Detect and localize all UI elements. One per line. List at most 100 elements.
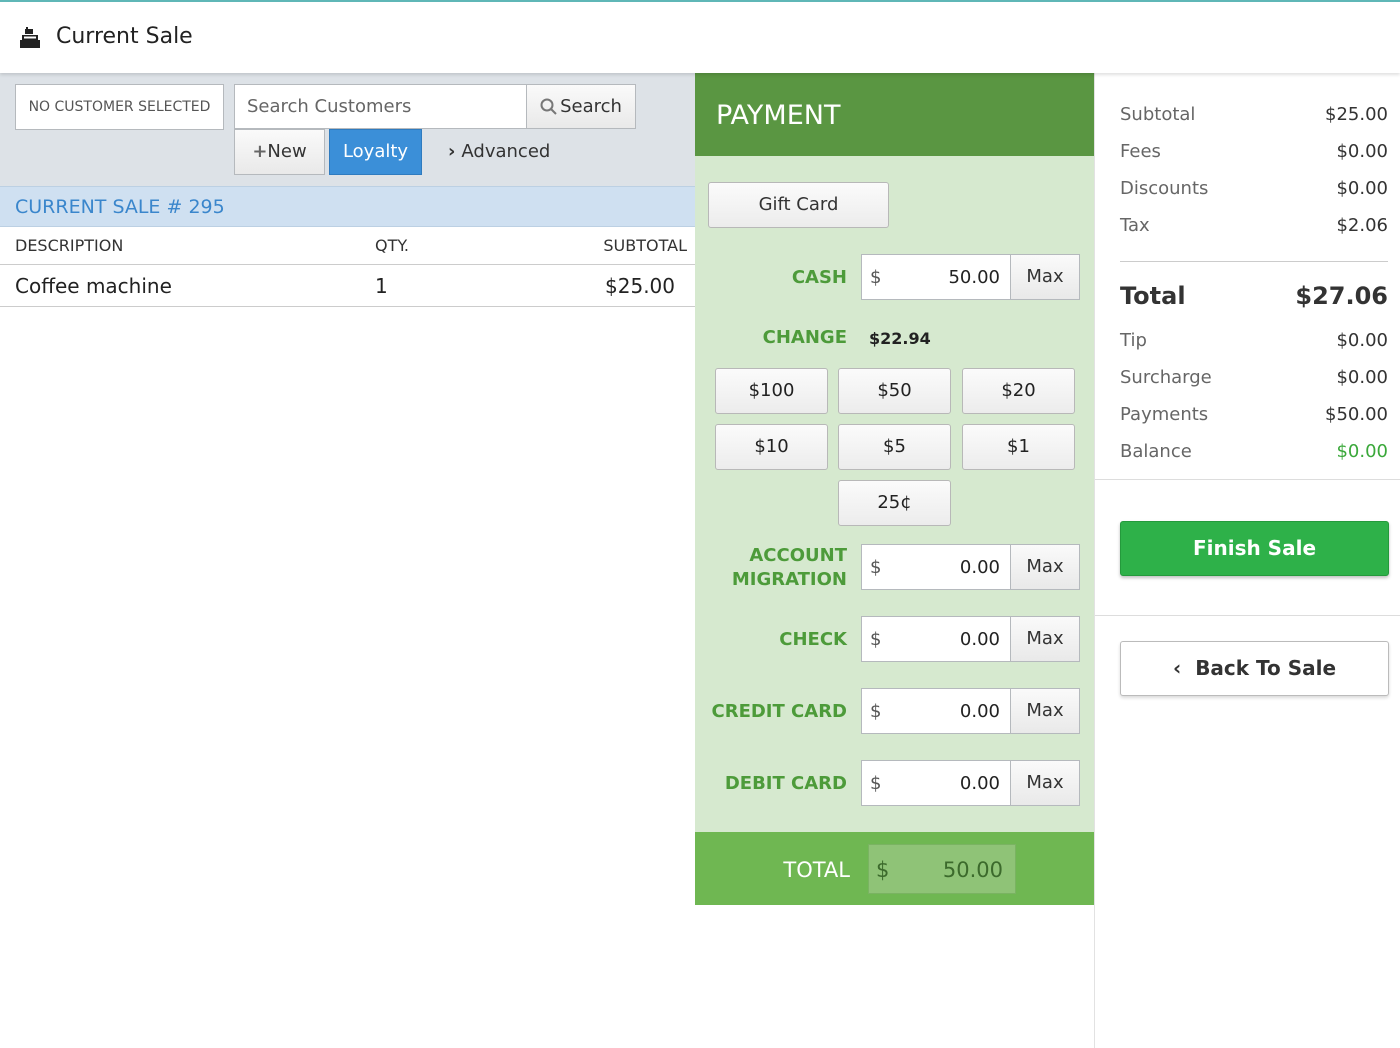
cash-max-button[interactable]: Max (1010, 254, 1080, 300)
debit-card-label: DEBIT CARD (724, 773, 847, 794)
debit-card-max-button[interactable]: Max (1010, 760, 1080, 806)
summary-discounts: Discounts $0.00 (1120, 178, 1388, 199)
debit-card-input[interactable]: $ 0.00 (861, 760, 1011, 806)
denomination-20-button[interactable]: $20 (962, 368, 1075, 414)
customer-area: NO CUSTOMER SELECTED Search Customers Se… (0, 73, 695, 186)
payment-total-bar: TOTAL $ 50.00 (695, 832, 1094, 905)
summary-fees-label: Fees (1120, 141, 1161, 162)
denomination-5-button[interactable]: $5 (838, 424, 951, 470)
column-header-qty: QTY. (375, 236, 409, 255)
search-button-label: Search (560, 96, 622, 117)
cash-input[interactable]: $ 50.00 (861, 254, 1011, 300)
column-header-description: DESCRIPTION (15, 236, 124, 255)
top-bar: Current Sale (0, 0, 1400, 73)
summary-balance: Balance $0.00 (1120, 441, 1388, 462)
divider (1095, 615, 1400, 616)
advanced-link[interactable]: › Advanced (448, 141, 550, 162)
check-value: 0.00 (959, 629, 1000, 650)
summary-total: Total $27.06 (1120, 282, 1388, 310)
change-label: CHANGE (762, 327, 847, 348)
currency-symbol: $ (870, 629, 882, 650)
summary-tax-label: Tax (1120, 215, 1150, 236)
gift-card-button[interactable]: Gift Card (708, 182, 889, 228)
no-customer-selected[interactable]: NO CUSTOMER SELECTED (15, 84, 224, 130)
account-migration-label-line1: ACCOUNT (749, 545, 847, 566)
check-max-button[interactable]: Max (1010, 616, 1080, 662)
column-header-subtotal: SUBTOTAL (603, 236, 687, 255)
account-migration-label-line2: MIGRATION (731, 569, 847, 590)
denomination-10-button[interactable]: $10 (715, 424, 828, 470)
change-value: $22.94 (869, 329, 931, 348)
currency-symbol: $ (870, 267, 882, 288)
summary-payments: Payments $50.00 (1120, 404, 1388, 425)
summary-fees: Fees $0.00 (1120, 141, 1388, 162)
item-subtotal: $25.00 (605, 274, 675, 298)
summary-total-value: $27.06 (1295, 282, 1388, 310)
page-title: Current Sale (56, 24, 193, 49)
summary-subtotal-label: Subtotal (1120, 104, 1196, 125)
customer-search-input[interactable]: Search Customers (234, 84, 527, 129)
payment-total-field: $ 50.00 (868, 844, 1016, 894)
summary-tax: Tax $2.06 (1120, 215, 1388, 236)
account-migration-max-button[interactable]: Max (1010, 544, 1080, 590)
credit-card-value: 0.00 (959, 701, 1000, 722)
payment-total-value: 50.00 (942, 858, 1003, 882)
divider (0, 306, 695, 307)
cash-value: 50.00 (948, 267, 1000, 288)
denomination-100-button[interactable]: $100 (715, 368, 828, 414)
payment-total-label: TOTAL (783, 858, 850, 882)
item-description[interactable]: Coffee machine (15, 274, 172, 298)
summary-tip-value: $0.00 (1336, 330, 1388, 351)
register-icon (20, 27, 40, 48)
advanced-link-label: Advanced (461, 141, 551, 162)
summary-tip: Tip $0.00 (1120, 330, 1388, 351)
credit-card-input[interactable]: $ 0.00 (861, 688, 1011, 734)
denomination-25c-button[interactable]: 25¢ (838, 480, 951, 526)
debit-card-value: 0.00 (959, 773, 1000, 794)
summary-fees-value: $0.00 (1336, 141, 1388, 162)
check-input[interactable]: $ 0.00 (861, 616, 1011, 662)
summary-total-label: Total (1120, 282, 1186, 310)
summary-discounts-value: $0.00 (1336, 178, 1388, 199)
payment-panel: PAYMENT Gift Card CASH $ 50.00 Max CHANG… (695, 73, 1094, 905)
currency-symbol: $ (870, 557, 882, 578)
denomination-1-button[interactable]: $1 (962, 424, 1075, 470)
summary-payments-label: Payments (1120, 404, 1209, 425)
current-sale-title: CURRENT SALE # 295 (0, 186, 695, 227)
summary-tip-label: Tip (1120, 330, 1147, 351)
account-migration-input[interactable]: $ 0.00 (861, 544, 1011, 590)
new-button-label: New (267, 141, 307, 162)
search-icon (540, 98, 557, 115)
back-to-sale-button[interactable]: ‹ Back To Sale (1120, 641, 1389, 696)
loyalty-button[interactable]: Loyalty (329, 129, 422, 175)
summary-surcharge: Surcharge $0.00 (1120, 367, 1388, 388)
summary-balance-value: $0.00 (1336, 441, 1388, 462)
new-customer-button[interactable]: +New (234, 129, 325, 175)
back-to-sale-label: Back To Sale (1195, 656, 1337, 680)
summary-surcharge-value: $0.00 (1336, 367, 1388, 388)
item-qty[interactable]: 1 (375, 274, 388, 298)
chevron-right-icon: › (448, 141, 456, 162)
finish-sale-button[interactable]: Finish Sale (1120, 521, 1389, 576)
denomination-50-button[interactable]: $50 (838, 368, 951, 414)
currency-symbol: $ (870, 773, 882, 794)
cash-label: CASH (791, 267, 847, 288)
credit-card-max-button[interactable]: Max (1010, 688, 1080, 734)
divider (1095, 479, 1400, 480)
summary-subtotal: Subtotal $25.00 (1120, 104, 1388, 125)
currency-symbol: $ (870, 701, 882, 722)
currency-symbol: $ (876, 858, 890, 882)
summary-panel: Subtotal $25.00 Fees $0.00 Discounts $0.… (1094, 73, 1400, 1048)
search-button[interactable]: Search (526, 84, 636, 129)
chevron-left-icon: ‹ (1172, 656, 1182, 680)
credit-card-label: CREDIT CARD (711, 701, 848, 722)
payment-title: PAYMENT (695, 73, 1094, 156)
plus-icon: + (252, 141, 268, 162)
summary-balance-label: Balance (1120, 441, 1192, 462)
account-migration-value: 0.00 (959, 557, 1000, 578)
summary-discounts-label: Discounts (1120, 178, 1209, 199)
divider (0, 264, 695, 265)
divider (1120, 261, 1388, 262)
sale-panel: NO CUSTOMER SELECTED Search Customers Se… (0, 73, 695, 1048)
summary-tax-value: $2.06 (1336, 215, 1388, 236)
